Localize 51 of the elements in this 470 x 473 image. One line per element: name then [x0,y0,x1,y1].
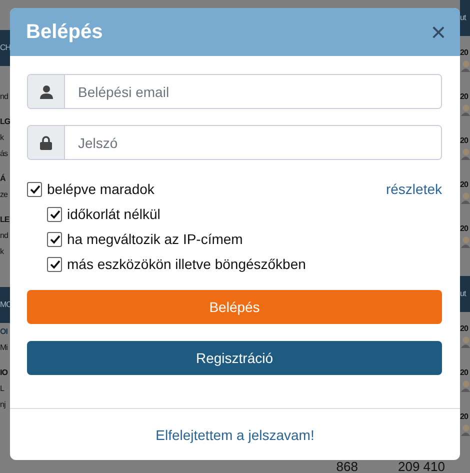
checkbox-label: más eszközökön illetve böngészőkben [67,256,306,272]
count-text: 209 410 [398,460,445,473]
checkbox-label: belépve maradok [47,181,154,197]
year-text: 20 [460,48,470,58]
user-icon [40,84,52,98]
year-text: 20 [460,92,470,102]
item-text: nj [0,400,6,410]
item-text: nd [0,92,9,102]
checkbox[interactable] [27,182,42,196]
item-title: LG [0,117,10,127]
details-link[interactable]: részletek [386,181,442,197]
year-text: 20 [460,136,470,146]
year-text: 20 [460,368,470,378]
year-text: 20 [460,324,470,334]
item-text: ás [0,149,9,159]
lock-icon [40,136,52,150]
item-text: L [0,384,6,394]
dialog-title: Belépés [26,20,103,44]
item-text: Mi [0,343,8,353]
forgot-password-link[interactable]: Elfelejtettem a jelszavam! [156,426,314,442]
input-field[interactable]: Jelszó [27,125,442,160]
avatar-icon [460,424,470,436]
year-text: 20 [460,412,470,422]
avatar-icon [460,60,470,72]
count-text: 868 [336,460,358,473]
avatar-icon [460,380,470,392]
avatar-icon [460,336,470,348]
item-text: k [0,133,5,143]
item-title: LE [0,215,10,225]
avatar-icon [460,236,470,248]
year-text: 20 [460,180,470,190]
header-text: ut [460,13,466,23]
item-text: nd [0,231,9,241]
item-text: k [0,247,5,257]
register-button[interactable]: Regisztráció [27,341,442,375]
checkbox-label: ha megváltozik az IP-címem [67,231,243,247]
year-text: 20 [460,224,470,234]
item-title: IO [0,368,9,378]
item-title: Á [0,174,6,184]
avatar-icon [460,104,470,116]
item-text: ze [0,190,8,200]
checkbox-label: időkorlát nélkül [67,206,160,222]
item-link[interactable]: OI [0,327,10,337]
close-button[interactable]: × [430,19,446,45]
checkbox[interactable] [47,232,62,246]
input-field[interactable]: Belépési email [27,74,442,109]
header-text: ut [460,289,466,299]
checkbox[interactable] [47,206,62,222]
avatar-icon [460,148,470,160]
checkbox[interactable] [47,256,62,272]
avatar-icon [460,192,470,204]
